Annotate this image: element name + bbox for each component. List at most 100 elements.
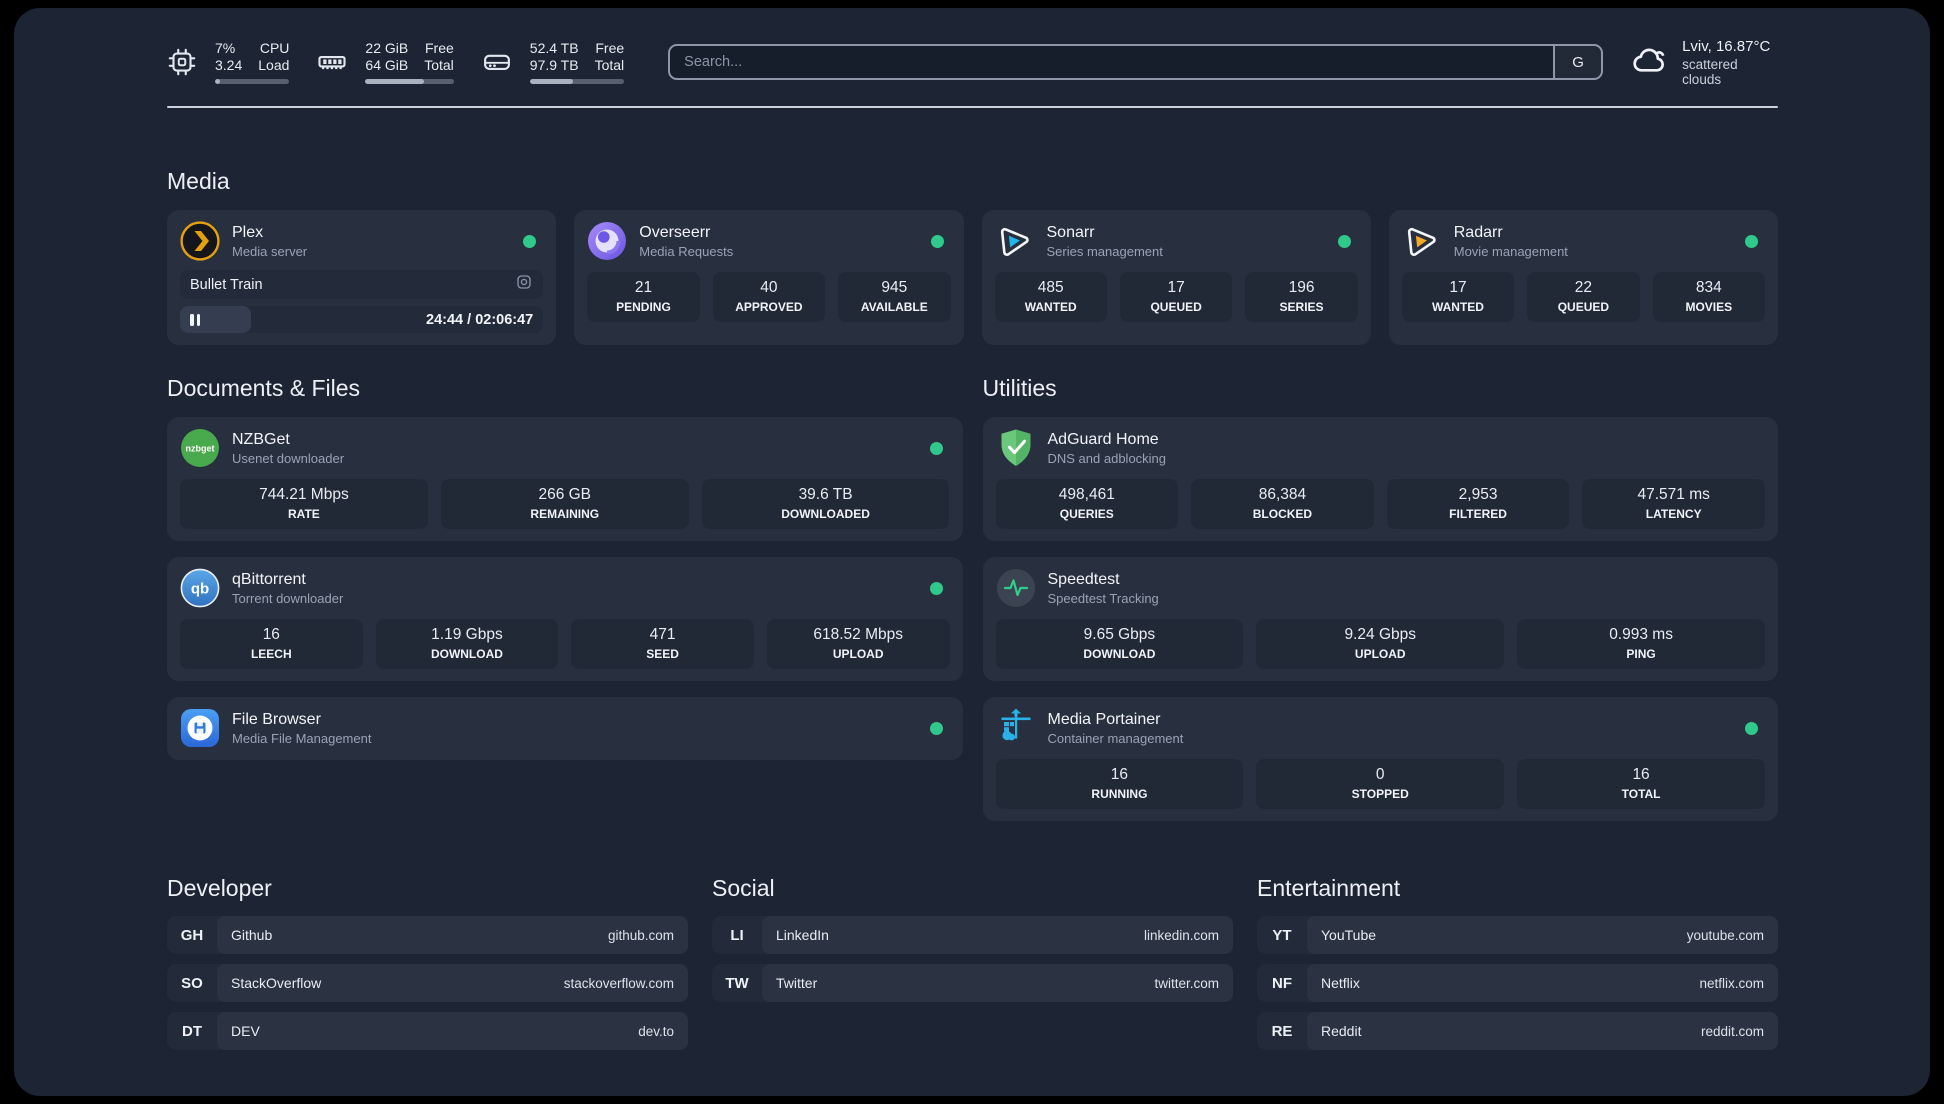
stat-downloaded: 39.6 TB DOWNLOADED: [701, 479, 950, 529]
bookmark-stackoverflow[interactable]: SO StackOverflow stackoverflow.com: [167, 964, 688, 1002]
bookmark-linkedin[interactable]: LI LinkedIn linkedin.com: [712, 916, 1233, 954]
app-card-plex[interactable]: Plex Media server Bullet Train 24:44 / 0…: [167, 210, 557, 345]
bookmark-youtube[interactable]: YT YouTube youtube.com: [1257, 916, 1778, 954]
cpu-stat: 7% 3.24 CPU Load: [167, 40, 290, 84]
stat-movies: 834 MOVIES: [1652, 272, 1766, 322]
bookmark-abbr: RE: [1271, 1022, 1293, 1040]
bookmark-name: Twitter: [776, 975, 818, 991]
bookmark-abbr: NF: [1272, 974, 1292, 992]
app-description: Usenet downloader: [232, 450, 345, 466]
app-name: Speedtest: [1047, 570, 1120, 588]
bookmark-name: DEV: [231, 1023, 260, 1039]
weather-condition: scattered clouds: [1682, 56, 1738, 87]
app-card-qbittorrent[interactable]: qb qBittorrent Torrent downloader 16 LEE…: [167, 557, 963, 681]
bookmark-domain: reddit.com: [1700, 1023, 1764, 1039]
status-dot-online: [1337, 234, 1351, 248]
stat-blocked: 86,384 BLOCKED: [1191, 479, 1374, 529]
disk-labels: Free Total: [595, 40, 625, 74]
disk-total-value: 97.9 TB: [529, 57, 579, 73]
memory-stat: 22 GiB 64 GiB Free Total: [317, 40, 454, 84]
topbar-divider: [167, 106, 1778, 108]
bookmark-abbr: DT: [182, 1022, 202, 1040]
section-title-utilities: Utilities: [982, 375, 1057, 401]
now-playing-row: Bullet Train: [180, 270, 544, 299]
app-description: Movie management: [1453, 243, 1568, 259]
stat-queries: 498,461 QUERIES: [995, 479, 1179, 529]
bookmark-reddit[interactable]: RE Reddit reddit.com: [1257, 1012, 1778, 1050]
stat-seed: 471 SEED: [571, 619, 754, 669]
bookmark-abbr: YT: [1272, 926, 1292, 944]
stat-wanted: 485 WANTED: [994, 272, 1107, 322]
section-documents-files: Documents & Files nzbget NZBGet Usenet d…: [167, 375, 963, 760]
app-card-speedtest[interactable]: Speedtest Speedtest Tracking 9.65 Gbps D…: [982, 557, 1778, 681]
cpu-usage-label: CPU: [259, 40, 290, 56]
app-name: File Browser: [232, 710, 321, 728]
section-entertainment: Entertainment YT YouTube youtube.com NF …: [1257, 875, 1778, 1060]
section-media: Media Plex Media server Bullet Train 24:…: [167, 168, 1778, 345]
stat-leech: 16 LEECH: [180, 619, 363, 669]
app-card-filebrowser[interactable]: File Browser Media File Management: [167, 697, 963, 760]
stat-queued: 17 QUEUED: [1119, 272, 1233, 322]
memory-total-value: 64 GiB: [365, 57, 409, 73]
memory-free-value: 22 GiB: [365, 40, 409, 56]
adguard-icon: [996, 428, 1036, 468]
nzbget-icon: nzbget: [180, 428, 220, 468]
bookmark-netflix[interactable]: NF Netflix netflix.com: [1257, 964, 1778, 1002]
status-dot-online: [523, 234, 537, 248]
app-card-portainer[interactable]: Media Portainer Container management 16 …: [982, 697, 1778, 821]
stat-queued: 22 QUEUED: [1527, 272, 1640, 322]
app-name: qBittorrent: [232, 570, 306, 588]
cpu-progress-bar: [215, 79, 290, 84]
svg-text:qb: qb: [191, 581, 209, 598]
app-name: Overseerr: [639, 223, 711, 241]
status-dot-online: [1745, 234, 1758, 248]
status-dot-online: [1745, 721, 1758, 735]
stat-stopped: 0 STOPPED: [1256, 759, 1505, 809]
bookmark-dev[interactable]: DT DEV dev.to: [167, 1012, 688, 1050]
weather-widget: Lviv, 16.87°C scattered clouds: [1631, 38, 1778, 87]
app-card-radarr[interactable]: Radarr Movie management 17 WANTED 22 QUE…: [1388, 210, 1778, 345]
plex-icon: [180, 221, 220, 261]
stat-rate: 744.21 Mbps RATE: [180, 479, 428, 529]
top-bar: 7% 3.24 CPU Load 22 GiB 64 GiB Free Tota…: [167, 34, 1778, 90]
bookmark-name: LinkedIn: [776, 927, 829, 943]
app-card-overseerr[interactable]: Overseerr Media Requests 21 PENDING 40 A…: [574, 210, 964, 345]
memory-free-label: Free: [425, 40, 454, 56]
memory-total-label: Total: [424, 57, 454, 73]
bookmark-abbr: SO: [181, 974, 203, 992]
bookmark-domain: twitter.com: [1154, 975, 1219, 991]
stat-ping: 0.993 ms PING: [1517, 619, 1765, 669]
section-developer: Developer GH Github github.com SO StackO…: [167, 875, 688, 1060]
cpu-progress-fill: [215, 79, 221, 84]
qbittorrent-icon: qb: [180, 568, 220, 608]
memory-values: 22 GiB 64 GiB: [365, 40, 408, 74]
app-card-sonarr[interactable]: Sonarr Series management 485 WANTED 17 Q…: [981, 210, 1371, 345]
disk-icon: [482, 47, 512, 77]
dashboard-panel: 7% 3.24 CPU Load 22 GiB 64 GiB Free Tota…: [14, 8, 1930, 1096]
memory-icon: [317, 47, 347, 77]
app-name: AdGuard Home: [1047, 430, 1159, 448]
section-social: Social LI LinkedIn linkedin.com TW Twitt…: [712, 875, 1233, 1060]
bookmark-name: YouTube: [1321, 927, 1377, 943]
disk-progress-fill: [529, 79, 574, 84]
stat-approved: 40 APPROVED: [712, 272, 826, 322]
playback-progress-bar: 24:44 / 02:06:47: [180, 306, 544, 333]
now-playing-title: Bullet Train: [190, 276, 263, 293]
stat-upload: 618.52 Mbps UPLOAD: [766, 619, 950, 669]
section-title-media: Media: [167, 168, 230, 194]
search-input[interactable]: [670, 46, 1554, 78]
app-name: Plex: [232, 223, 264, 241]
camera-icon: [515, 273, 533, 296]
cpu-load-value: 3.24: [215, 57, 243, 73]
app-card-nzbget[interactable]: nzbget NZBGet Usenet downloader 744.21 M…: [167, 417, 963, 541]
disk-free-label: Free: [595, 40, 625, 56]
search-engine-button[interactable]: G: [1553, 46, 1602, 78]
stat-latency: 47.571 ms LATENCY: [1582, 479, 1765, 529]
disk-stat: 52.4 TB 97.9 TB Free Total: [482, 40, 625, 84]
bookmark-github[interactable]: GH Github github.com: [167, 916, 688, 954]
cpu-values: 7% 3.24: [215, 40, 242, 74]
bookmark-twitter[interactable]: TW Twitter twitter.com: [712, 964, 1233, 1002]
app-card-adguard[interactable]: AdGuard Home DNS and adblocking 498,461 …: [982, 417, 1778, 541]
sonarr-icon: [995, 221, 1035, 261]
playback-time: 24:44 / 02:06:47: [426, 311, 534, 328]
